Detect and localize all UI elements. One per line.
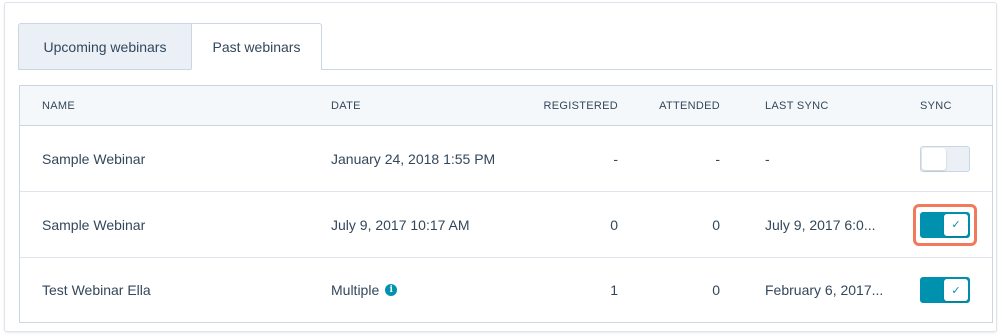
table-row: Sample Webinar January 24, 2018 1:55 PM … xyxy=(20,126,992,192)
sync-toggle[interactable]: ✓ xyxy=(920,211,970,238)
sync-cell: ✓ xyxy=(913,192,977,257)
attended-count: 0 xyxy=(712,216,720,233)
webinar-name: Sample Webinar xyxy=(42,150,146,167)
last-sync-value: February 6, 2017... xyxy=(765,282,884,298)
check-icon: ✓ xyxy=(944,279,968,301)
sync-toggle[interactable]: ✓ xyxy=(920,277,970,303)
table-row: Test Webinar Ella Multiple i 1 0 Februar… xyxy=(20,258,992,322)
registered-count: 1 xyxy=(610,282,618,298)
tab-label: Upcoming webinars xyxy=(43,38,167,55)
toggle-knob xyxy=(922,147,946,170)
tab-past-webinars[interactable]: Past webinars xyxy=(191,23,322,70)
tab-label: Past webinars xyxy=(212,38,301,55)
sync-toggle[interactable] xyxy=(920,145,970,172)
sync-toggle-wrapper: ✓ xyxy=(913,203,977,246)
webinars-table: NAME DATE REGISTERED ATTENDED LAST SYNC … xyxy=(19,85,993,323)
attended-count: - xyxy=(715,150,720,167)
sync-cell xyxy=(920,126,970,191)
table-header: NAME DATE REGISTERED ATTENDED LAST SYNC … xyxy=(20,86,992,126)
column-header-registered[interactable]: REGISTERED xyxy=(543,86,618,125)
table-row: Sample Webinar July 9, 2017 10:17 AM 0 0… xyxy=(20,192,992,258)
column-header-attended[interactable]: ATTENDED xyxy=(659,86,720,125)
column-header-last-sync[interactable]: LAST SYNC xyxy=(765,86,885,125)
column-header-sync: SYNC xyxy=(920,99,952,112)
last-sync-value: - xyxy=(765,150,770,167)
check-icon: ✓ xyxy=(944,213,968,236)
column-header-date[interactable]: DATE xyxy=(331,86,361,125)
registered-count: 0 xyxy=(610,216,618,233)
webinar-date: January 24, 2018 1:55 PM xyxy=(331,150,496,167)
column-header-name[interactable]: NAME xyxy=(42,86,75,125)
registered-count: - xyxy=(613,150,618,167)
webinar-date-cell: Multiple i xyxy=(331,258,398,322)
last-sync-value: July 9, 2017 6:0... xyxy=(765,216,876,233)
tab-divider xyxy=(321,69,992,70)
info-icon[interactable]: i xyxy=(385,284,398,296)
webinar-date: Multiple xyxy=(331,282,380,298)
tab-bar: Upcoming webinars Past webinars xyxy=(18,23,322,70)
webinar-name: Sample Webinar xyxy=(42,216,146,233)
tab-upcoming-webinars[interactable]: Upcoming webinars xyxy=(18,23,191,70)
webinar-name: Test Webinar Ella xyxy=(42,282,151,298)
webinar-date: July 9, 2017 10:17 AM xyxy=(331,216,470,233)
attended-count: 0 xyxy=(712,282,720,298)
sync-cell: ✓ xyxy=(920,258,970,322)
webinars-panel: Upcoming webinars Past webinars NAME DAT… xyxy=(4,2,997,332)
